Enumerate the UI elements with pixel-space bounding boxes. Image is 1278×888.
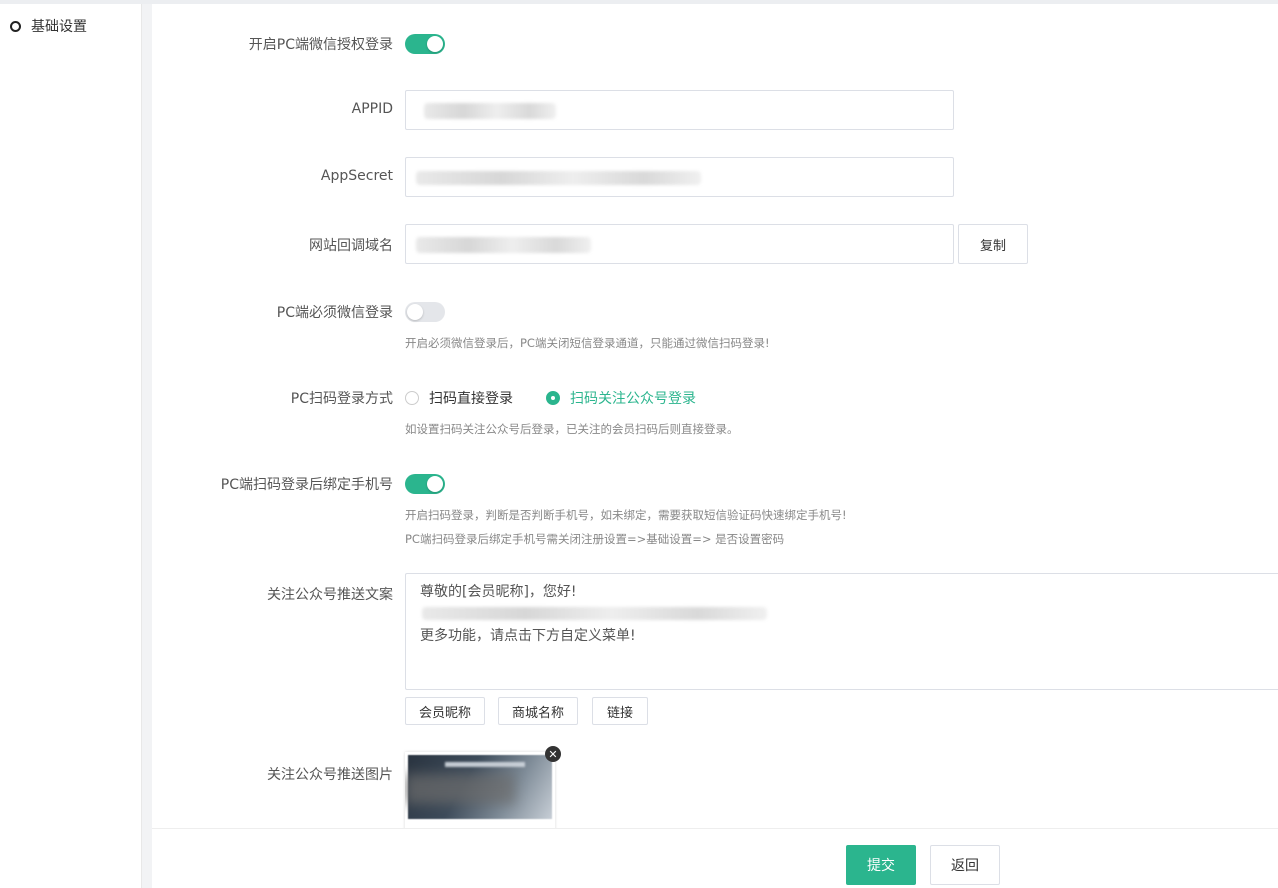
toggle-knob <box>427 476 443 492</box>
tag-link-button[interactable]: 链接 <box>592 697 648 725</box>
toggle-knob <box>427 36 443 52</box>
push-text-line-3: 更多功能，请点击下方自定义菜单! <box>420 628 636 644</box>
callback-domain-input[interactable] <box>405 224 954 264</box>
appid-label: APPID <box>351 101 393 117</box>
pc-scan-mode-hint: 如设置扫码关注公众号后登录，已关注的会员扫码后则直接登录。 <box>405 422 739 436</box>
thumbnail-caption-redacted <box>445 762 525 767</box>
bind-phone-hint-1: 开启扫码登录，判断是否判断手机号，如未绑定，需要获取短信验证码快速绑定手机号! <box>405 508 847 522</box>
redacted-overlay <box>405 774 515 804</box>
pc-scan-mode-label: PC扫码登录方式 <box>290 391 393 407</box>
pc-must-wechat-hint: 开启必须微信登录后，PC端关闭短信登录通道，只能通过微信扫码登录! <box>405 336 770 350</box>
appsecret-input[interactable] <box>405 157 954 197</box>
radio-scan-follow[interactable]: 扫码关注公众号登录 <box>546 388 696 408</box>
tag-shop-name-button[interactable]: 商城名称 <box>498 697 578 725</box>
bind-phone-hint-2: PC端扫码登录后绑定手机号需关闭注册设置=>基础设置=> 是否设置密码 <box>405 532 785 546</box>
callback-domain-label: 网站回调域名 <box>309 238 393 254</box>
radio-label: 扫码直接登录 <box>429 391 513 407</box>
sidebar: 基础设置 <box>0 4 142 888</box>
redacted-value <box>422 607 767 620</box>
sidebar-item-label: 基础设置 <box>31 19 87 35</box>
bind-phone-toggle[interactable] <box>405 474 445 494</box>
toggle-knob <box>407 304 423 320</box>
push-image-thumbnail[interactable] <box>405 752 555 832</box>
redacted-value <box>424 103 556 119</box>
submit-button[interactable]: 提交 <box>846 845 916 885</box>
push-text-line-1: 尊敬的[会员昵称]，您好! <box>420 584 577 600</box>
pc-must-wechat-label: PC端必须微信登录 <box>276 305 393 321</box>
radio-circle-icon <box>405 391 419 405</box>
push-text-textarea[interactable]: 尊敬的[会员昵称]，您好! 更多功能，请点击下方自定义菜单! <box>405 573 1278 690</box>
pc-wechat-login-toggle[interactable] <box>405 34 445 54</box>
appid-input[interactable] <box>405 90 954 130</box>
tag-member-nickname-button[interactable]: 会员昵称 <box>405 697 485 725</box>
close-icon[interactable]: ✕ <box>545 746 561 762</box>
radio-checked-icon <box>546 391 560 405</box>
circle-icon <box>10 20 21 32</box>
form-footer: 提交 返回 <box>152 828 1278 888</box>
main-content: 开启PC端微信授权登录 APPID AppSecret 网站回调域名 复制 PC… <box>152 4 1278 888</box>
pc-wechat-login-label: 开启PC端微信授权登录 <box>248 37 393 53</box>
redacted-value <box>416 237 591 253</box>
radio-scan-direct[interactable]: 扫码直接登录 <box>405 388 513 408</box>
pc-must-wechat-toggle[interactable] <box>405 302 445 322</box>
sidebar-item-basic-settings[interactable]: 基础设置 <box>10 16 87 36</box>
push-image-label: 关注公众号推送图片 <box>267 767 393 783</box>
back-button[interactable]: 返回 <box>930 845 1000 885</box>
push-text-line-2 <box>420 603 1264 625</box>
bind-phone-label: PC端扫码登录后绑定手机号 <box>220 477 393 493</box>
copy-button[interactable]: 复制 <box>958 224 1028 264</box>
redacted-value <box>416 171 701 185</box>
radio-label: 扫码关注公众号登录 <box>570 391 696 407</box>
appsecret-label: AppSecret <box>320 168 393 184</box>
push-text-label: 关注公众号推送文案 <box>267 587 393 603</box>
